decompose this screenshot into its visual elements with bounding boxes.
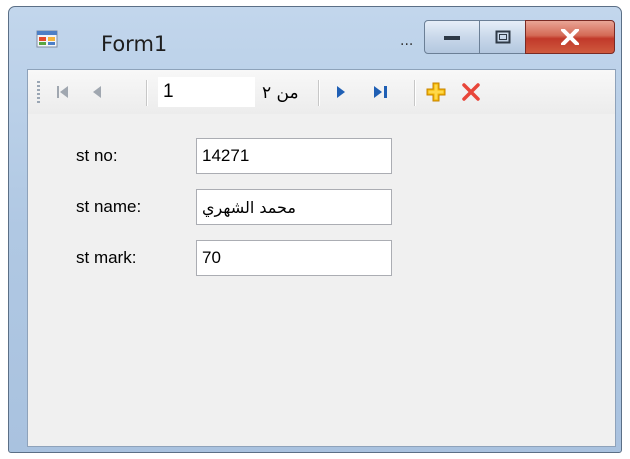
move-last-icon[interactable] (370, 81, 392, 103)
toolstrip-separator (146, 80, 148, 106)
minimize-button[interactable] (424, 20, 480, 54)
st-name-field[interactable] (196, 189, 392, 225)
title-overflow: ... (400, 33, 414, 49)
title-bar[interactable]: Form1 ... (9, 7, 621, 59)
st-name-label: st name: (76, 197, 142, 216)
move-next-icon[interactable] (330, 81, 352, 103)
toolstrip-grip[interactable] (37, 81, 40, 105)
position-input[interactable] (158, 77, 255, 107)
toolstrip-separator (414, 80, 416, 106)
delete-icon[interactable] (460, 81, 482, 103)
window-title: Form1 (101, 32, 168, 56)
move-previous-icon[interactable] (86, 81, 108, 103)
st-mark-field[interactable] (196, 240, 392, 276)
maximize-button[interactable] (479, 20, 526, 54)
form-client-area: من ٢ (27, 69, 616, 447)
form-app-icon[interactable] (36, 29, 58, 49)
move-first-icon[interactable] (52, 81, 74, 103)
close-icon (561, 29, 579, 45)
maximize-icon (495, 30, 510, 44)
close-button[interactable] (525, 20, 615, 54)
st-no-label: st no: (76, 146, 118, 165)
toolstrip-separator (318, 80, 320, 106)
binding-navigator: من ٢ (28, 70, 615, 114)
add-new-icon[interactable] (425, 81, 447, 103)
form-window: Form1 ... 1 من ٢ st no: 14271 st name: م… (8, 6, 622, 453)
count-label: من ٢ (262, 83, 299, 103)
st-mark-label: st mark: (76, 248, 137, 267)
st-no-field[interactable] (196, 138, 392, 174)
minimize-icon (444, 36, 460, 40)
